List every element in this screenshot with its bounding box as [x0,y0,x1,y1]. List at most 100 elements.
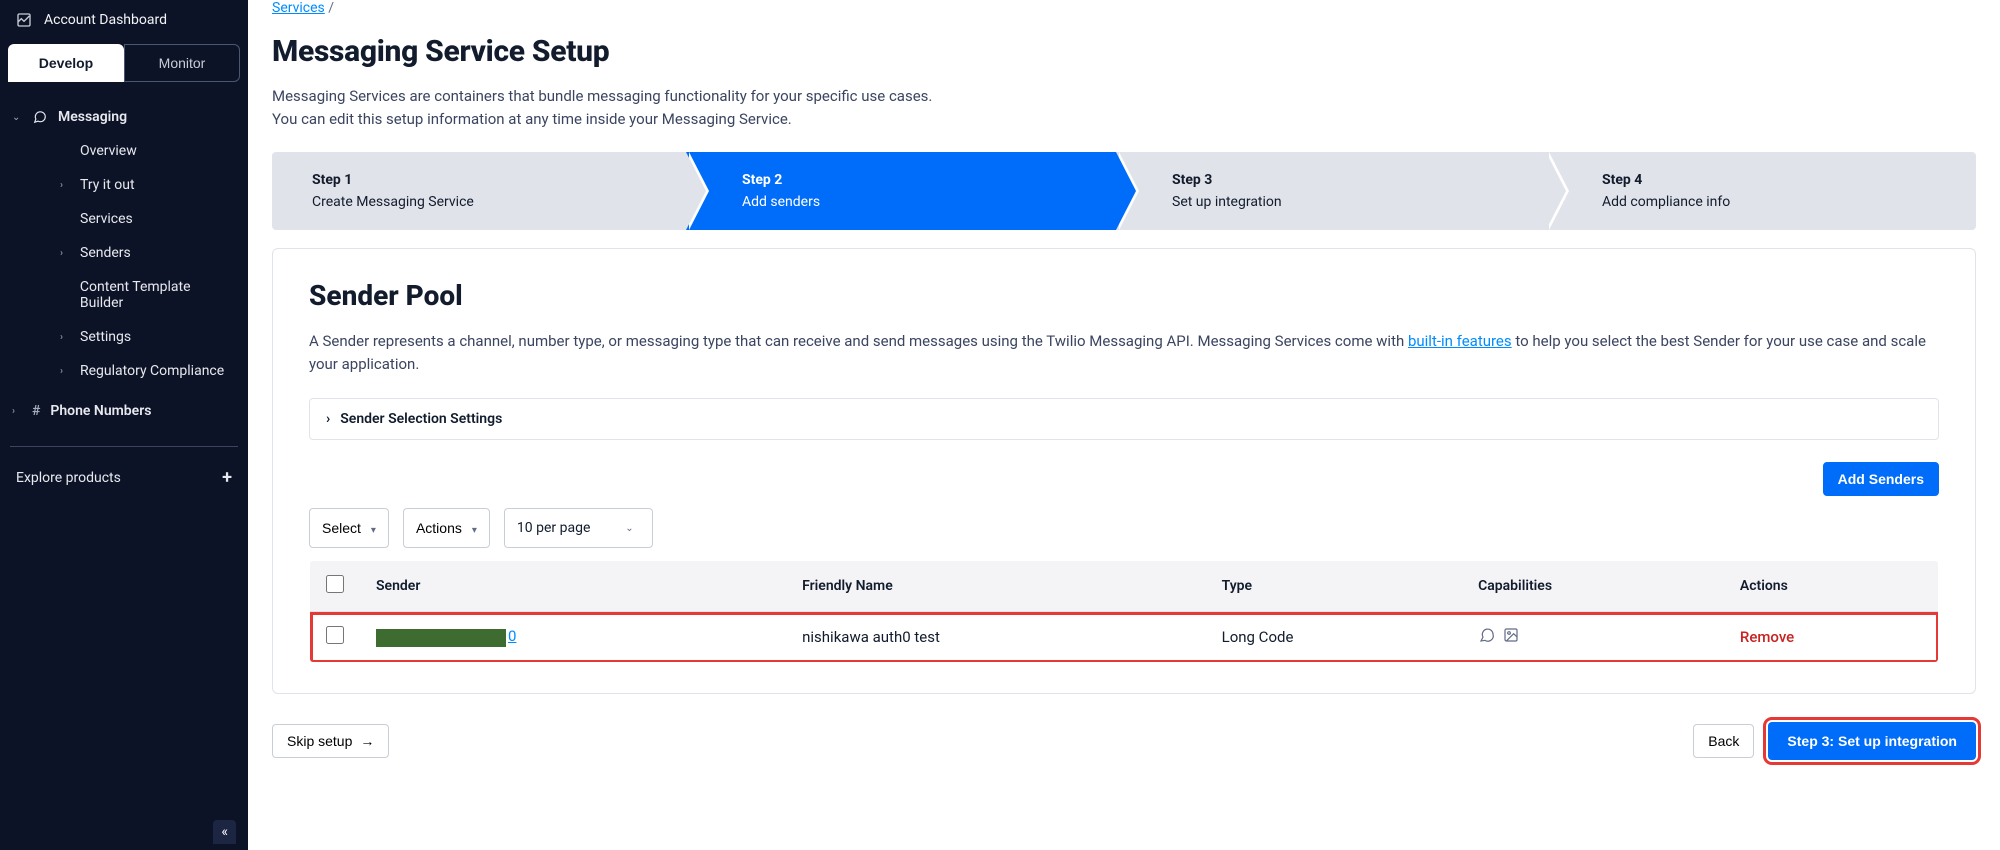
tab-develop[interactable]: Develop [8,44,124,82]
sender-link[interactable]: 0 [376,627,516,645]
chevron-right-icon: › [60,332,70,343]
step-text: Add senders [742,194,1092,210]
sidebar-item-label: Phone Numbers [50,403,151,419]
back-button[interactable]: Back [1693,724,1754,758]
step-2[interactable]: Step 2 Add senders [686,152,1116,230]
card-desc-pre: A Sender represents a channel, number ty… [309,332,1408,350]
sidebar-item-settings[interactable]: › Settings [32,320,248,354]
explore-products-label: Explore products [16,470,121,486]
select-dropdown[interactable]: Select [309,508,389,548]
chevron-right-icon: › [60,366,70,377]
sender-suffix: 0 [508,627,516,645]
redacted-sender [376,629,506,647]
skip-setup-button[interactable]: Skip setup → [272,724,389,758]
step-3[interactable]: Step 3 Set up integration [1116,152,1546,230]
sidebar-item-senders[interactable]: › Senders [32,236,248,270]
step-label: Step 4 [1602,172,1952,188]
next-step-button[interactable]: Step 3: Set up integration [1768,722,1976,760]
sidebar-item-content-template-builder[interactable]: Content Template Builder [32,270,248,320]
step-text: Set up integration [1172,194,1522,210]
page-desc-line2: You can edit this setup information at a… [272,110,792,128]
chevron-right-icon: › [12,406,22,417]
per-page-select[interactable]: 10 per page ⌄ [504,508,653,548]
sidebar-item-services[interactable]: Services [32,202,248,236]
account-dashboard-label: Account Dashboard [44,12,167,28]
step-4[interactable]: Step 4 Add compliance info [1546,152,1976,230]
per-page-label: 10 per page [517,520,590,536]
step-label: Step 1 [312,172,662,188]
sidebar-tabs: Develop Monitor [0,44,248,82]
collapse-label: Sender Selection Settings [340,411,502,427]
sidebar-item-label: Overview [80,143,137,159]
select-all-checkbox[interactable] [326,575,344,593]
sidebar-item-label: Settings [80,329,131,345]
explore-products-link[interactable]: Explore products + [0,457,248,498]
sidebar-item-try-it-out[interactable]: › Try it out [32,168,248,202]
card-description: A Sender represents a channel, number ty… [309,330,1939,377]
sidebar-item-label: Content Template Builder [80,279,236,311]
page-desc-line1: Messaging Services are containers that b… [272,87,932,105]
main-content: Services / Messaging Service Setup Messa… [248,0,2000,850]
chevron-down-icon [371,520,376,536]
table-toolbar: Select Actions 10 per page ⌄ [309,508,1939,548]
sms-icon [1478,627,1496,643]
plus-icon: + [222,467,232,488]
dashboard-icon [16,12,32,28]
sender-table: Sender Friendly Name Type Capabilities A… [309,560,1939,663]
chevron-right-icon: › [60,248,70,259]
sidebar: Account Dashboard Develop Monitor ⌄ Mess… [0,0,248,850]
sender-pool-card: Sender Pool A Sender represents a channe… [272,248,1976,695]
actions-dropdown[interactable]: Actions [403,508,490,548]
select-label: Select [322,520,361,536]
hash-icon: # [32,403,40,419]
built-in-features-link[interactable]: built-in features [1408,332,1512,350]
chevron-right-icon: › [326,411,330,427]
breadcrumb-services-link[interactable]: Services [272,0,325,16]
col-capabilities: Capabilities [1462,561,1724,612]
cell-friendly-name: nishikawa auth0 test [786,612,1206,663]
account-dashboard-link[interactable]: Account Dashboard [0,0,248,40]
sidebar-item-label: Senders [80,245,131,261]
step-label: Step 2 [742,172,1092,188]
page-description: Messaging Services are containers that b… [272,85,1976,132]
chevron-down-icon: ⌄ [618,517,640,539]
step-label: Step 3 [1172,172,1522,188]
sidebar-item-overview[interactable]: Overview [32,134,248,168]
sidebar-item-label: Try it out [80,177,135,193]
tab-monitor[interactable]: Monitor [124,44,240,82]
table-row: 0 nishikawa auth0 test Long Code [310,612,1939,663]
step-text: Create Messaging Service [312,194,662,210]
row-checkbox[interactable] [326,626,344,644]
capabilities-icons [1478,627,1520,643]
arrow-right-icon: → [360,733,374,749]
actions-label: Actions [416,520,462,536]
remove-sender-link[interactable]: Remove [1740,628,1794,646]
card-title: Sender Pool [309,279,1939,312]
setup-stepper: Step 1 Create Messaging Service Step 2 A… [272,152,1976,230]
wizard-footer: Skip setup → Back Step 3: Set up integra… [272,722,1976,760]
sidebar-item-label: Regulatory Compliance [80,363,224,379]
divider [10,446,238,447]
chevron-down-icon [472,520,477,536]
page-title: Messaging Service Setup [272,34,1976,69]
sidebar-item-phone-numbers[interactable]: › # Phone Numbers [0,394,248,428]
cell-type: Long Code [1206,612,1462,663]
breadcrumb-separator: / [328,0,334,16]
sidebar-item-regulatory-compliance[interactable]: › Regulatory Compliance [32,354,248,388]
sidebar-item-messaging[interactable]: ⌄ Messaging [0,100,248,134]
sidebar-item-label: Services [80,211,133,227]
mms-icon [1502,627,1520,643]
step-1[interactable]: Step 1 Create Messaging Service [272,152,686,230]
breadcrumb: Services / [272,0,1976,16]
message-icon [32,110,48,124]
double-chevron-left-icon: « [221,824,228,840]
sender-selection-settings-toggle[interactable]: › Sender Selection Settings [309,398,1939,440]
chevron-right-icon: › [60,180,70,191]
chevron-down-icon: ⌄ [12,112,22,123]
collapse-sidebar-button[interactable]: « [213,820,236,844]
step-text: Add compliance info [1602,194,1952,210]
col-friendly-name: Friendly Name [786,561,1206,612]
col-type: Type [1206,561,1462,612]
add-senders-button[interactable]: Add Senders [1823,462,1939,496]
skip-label: Skip setup [287,733,352,749]
